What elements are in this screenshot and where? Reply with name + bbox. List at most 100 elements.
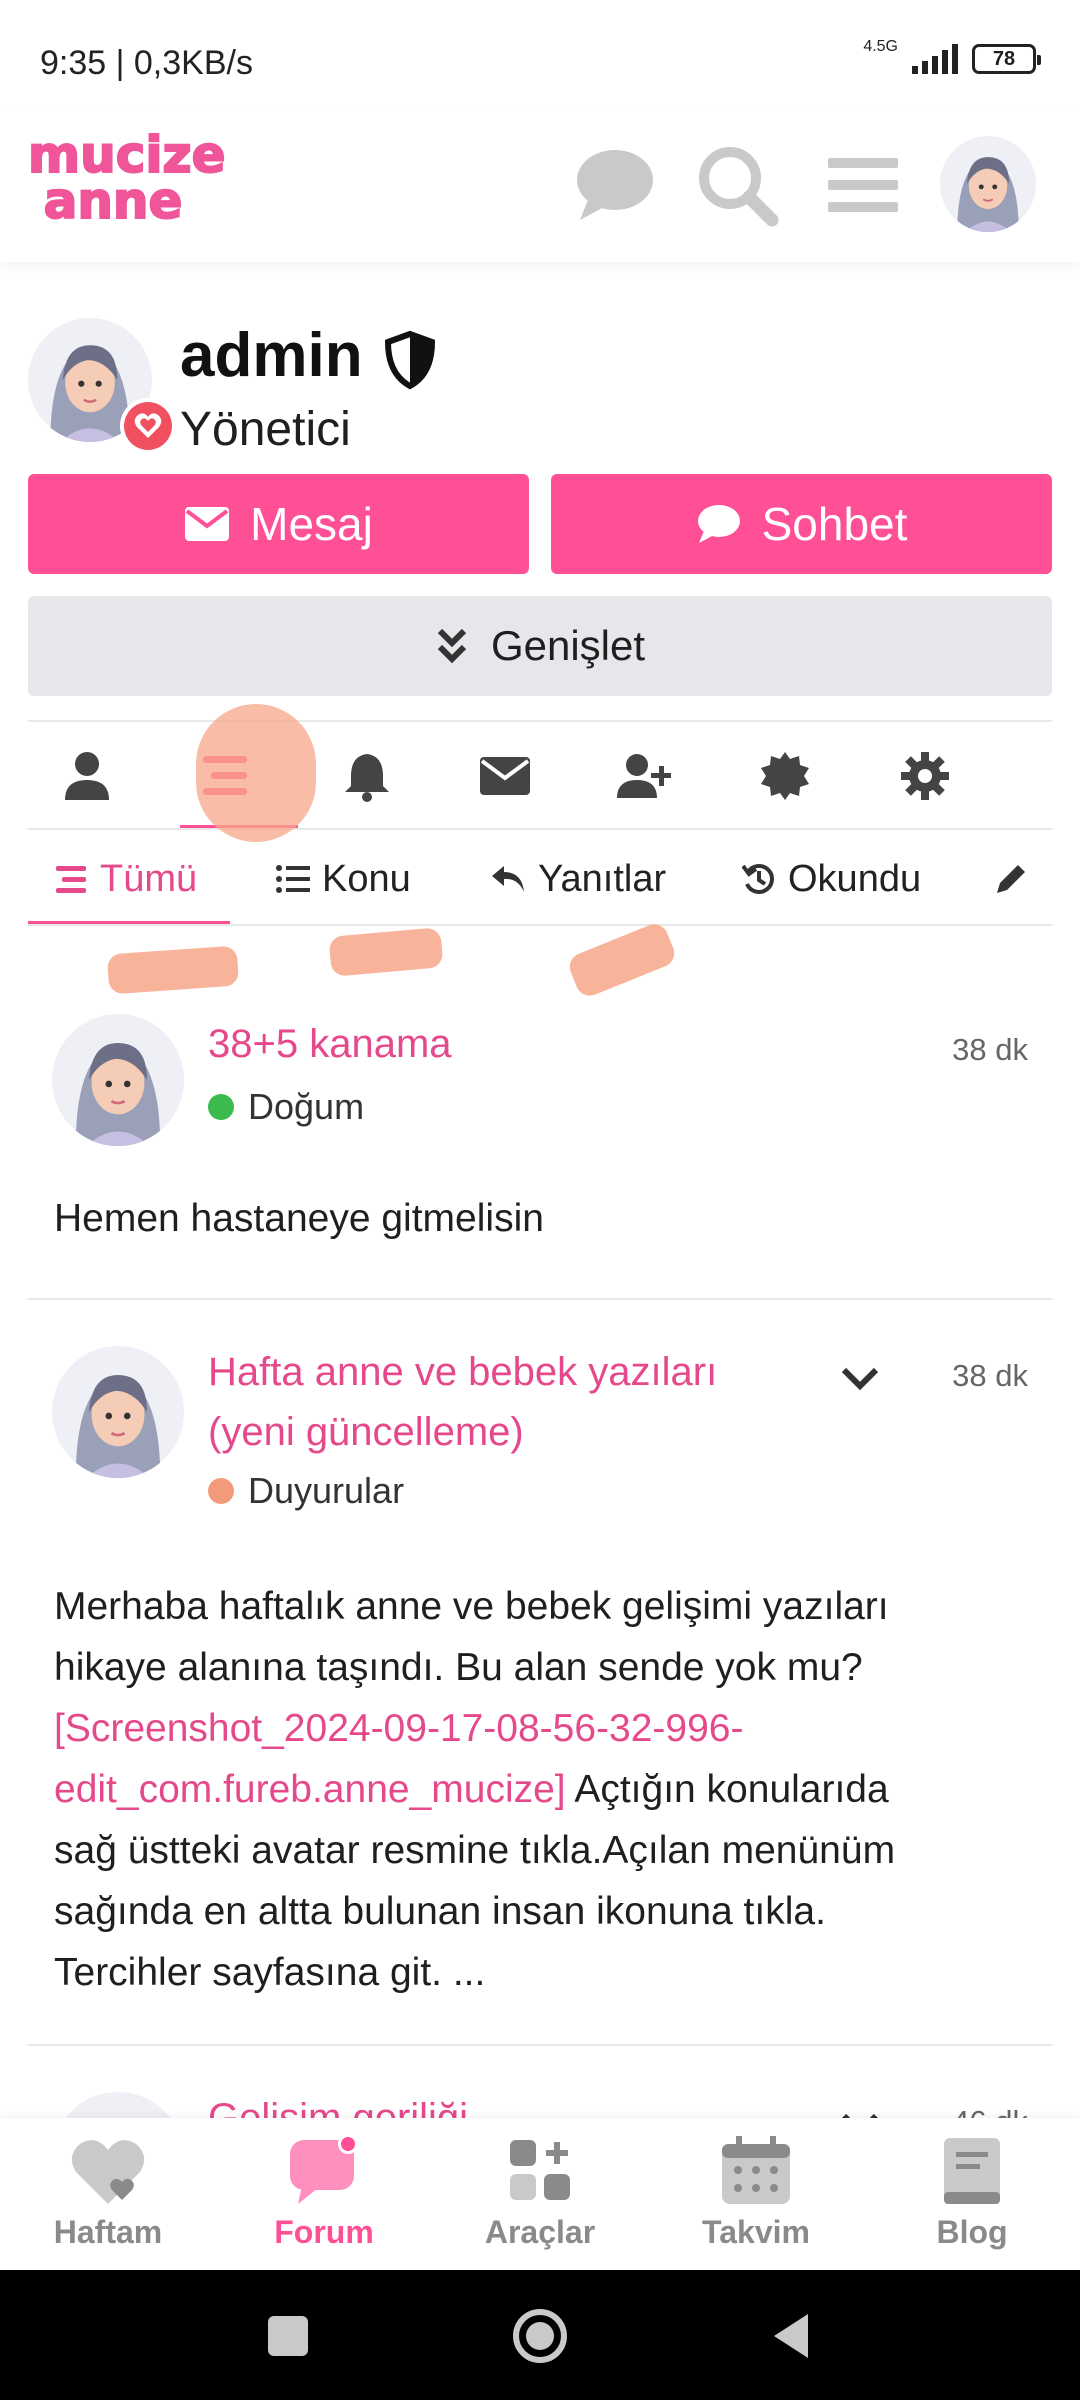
- tab-replies[interactable]: Yanıtlar: [490, 834, 666, 924]
- profile-username: admin: [180, 321, 363, 390]
- post-avatar: [52, 1014, 184, 1146]
- tab-all-label: Tümü: [100, 857, 198, 900]
- home-button[interactable]: [510, 2306, 570, 2366]
- nav-label: Haftam: [53, 2214, 163, 2250]
- post-category[interactable]: Duyurular: [208, 1470, 404, 1512]
- tab-messages[interactable]: [446, 722, 564, 828]
- menu-icon[interactable]: [818, 140, 908, 230]
- message-button-label: Mesaj: [250, 498, 373, 550]
- profile-actions: Mesaj Sohbet: [28, 474, 1052, 576]
- tab-topics[interactable]: Konu: [276, 834, 411, 924]
- nav-takvim[interactable]: Takvim: [656, 2134, 856, 2264]
- nav-haftam[interactable]: Haftam: [8, 2134, 208, 2264]
- annotation-scribble: [565, 920, 679, 1000]
- nav-label: Blog: [936, 2214, 1008, 2250]
- gear-icon: [901, 752, 949, 800]
- category-dot: [208, 1094, 234, 1120]
- profile-icon-tabs: [28, 720, 1052, 830]
- attachment-link[interactable]: [Screenshot_2024-09-17-08-56-32-996-: [54, 1698, 1044, 1759]
- badge-icon: [761, 752, 809, 800]
- post-time: 46 dk: [952, 2104, 1028, 2118]
- battery-icon: 78: [972, 44, 1041, 74]
- chat-button-label: Sohbet: [761, 498, 908, 550]
- nav-label: Takvim: [702, 2214, 810, 2250]
- attachment-link[interactable]: edit_com.fureb.anne_mucize]: [54, 1768, 566, 1811]
- tab-followers[interactable]: [586, 722, 704, 828]
- post-avatar: [52, 1346, 184, 1478]
- heart-icon: [71, 2140, 145, 2204]
- expand-button[interactable]: Genişlet: [28, 596, 1052, 696]
- tab-read-label: Okundu: [788, 857, 922, 900]
- chevron-down-icon[interactable]: [838, 2102, 882, 2118]
- post-body: Merhaba haftalık anne ve bebek gelişimi …: [54, 1576, 1044, 2003]
- post-time: 38 dk: [952, 1358, 1028, 1393]
- chat-bubble-icon: [697, 505, 740, 543]
- expand-button-label: Genişlet: [490, 622, 646, 669]
- tab-profile[interactable]: [28, 722, 146, 828]
- post-body-line: sağ üstteki avatar resmine tıkla.Açılan …: [54, 1829, 896, 1872]
- chevron-down-icon[interactable]: [838, 1356, 882, 1400]
- post-body-line: Tercihler sayfasına git. ...: [54, 1951, 486, 1994]
- tab-read[interactable]: Okundu: [742, 834, 921, 924]
- signal-icon: [912, 44, 958, 74]
- post-item[interactable]: 38+5 kanama 38 dk Doğum Hemen hastaneye …: [28, 994, 1052, 1300]
- nav-araclar[interactable]: Araçlar: [440, 2134, 640, 2264]
- pen-icon: [997, 865, 1025, 893]
- chat-icon[interactable]: [570, 140, 660, 230]
- post-body: Hemen hastaneye gitmelisin: [54, 1197, 544, 1240]
- heart-badge-icon: [120, 398, 176, 454]
- nav-blog[interactable]: Blog: [872, 2134, 1072, 2264]
- reply-icon: [492, 866, 524, 892]
- tab-edit[interactable]: [1008, 722, 1052, 828]
- user-avatar[interactable]: [940, 136, 1036, 232]
- history-icon: [742, 864, 774, 894]
- post-category[interactable]: Doğum: [208, 1086, 364, 1128]
- profile-role: Yönetici: [180, 403, 351, 456]
- tab-all[interactable]: Tümü: [28, 834, 230, 924]
- network-type: 4.5G: [863, 38, 898, 55]
- user-icon: [65, 752, 109, 800]
- post-body-line: sağında en altta bulunan insan ikonuna t…: [54, 1890, 826, 1933]
- back-button[interactable]: [762, 2306, 822, 2366]
- app-logo[interactable]: mucize anne: [27, 129, 227, 242]
- post-title-line1: Hafta anne ve bebek yazıları: [208, 1350, 718, 1394]
- search-icon[interactable]: [692, 140, 782, 230]
- tab-settings[interactable]: [866, 722, 984, 828]
- annotation-scribble: [328, 927, 444, 977]
- book-icon: [944, 2138, 1000, 2204]
- post-avatar: [52, 2092, 184, 2118]
- tab-replies-label: Yanıtlar: [538, 857, 667, 900]
- post-item[interactable]: Gelişim geriliği 46 dk: [28, 2046, 1052, 2118]
- post-title[interactable]: Hafta anne ve bebek yazıları (yeni günce…: [208, 1342, 717, 1462]
- app-header: mucize anne: [0, 110, 1080, 262]
- battery-level: 78: [992, 47, 1016, 70]
- message-button[interactable]: Mesaj: [28, 474, 529, 574]
- post-time: 38 dk: [952, 1032, 1028, 1067]
- calendar-icon: [722, 2136, 790, 2204]
- shield-icon: [382, 330, 438, 390]
- system-navigation-bar: [0, 2270, 1080, 2400]
- post-title-line2: (yeni güncelleme): [208, 1410, 524, 1454]
- post-item[interactable]: Hafta anne ve bebek yazıları (yeni günce…: [28, 1300, 1052, 2046]
- tab-edits[interactable]: [994, 834, 1028, 924]
- tab-badges[interactable]: [726, 722, 844, 828]
- annotation-scribble: [196, 704, 316, 842]
- chat-button[interactable]: Sohbet: [551, 474, 1052, 574]
- post-body-line: Açtığın konularıda: [565, 1768, 889, 1811]
- category-dot: [208, 1478, 234, 1504]
- status-bar: 9:35 | 0,3KB/s 4.5G 78: [0, 0, 1080, 110]
- tab-notifications[interactable]: [308, 722, 426, 828]
- logo-line2: anne: [43, 172, 184, 230]
- list-bullet-icon: [276, 865, 310, 893]
- envelope-icon: [480, 757, 530, 795]
- post-category-label: Doğum: [248, 1086, 365, 1127]
- envelope-icon: [185, 507, 230, 541]
- tab-topics-label: Konu: [322, 857, 411, 900]
- nav-forum[interactable]: Forum: [224, 2134, 424, 2264]
- user-plus-icon: [617, 754, 671, 798]
- post-title[interactable]: Gelişim geriliği: [208, 2088, 468, 2118]
- post-body-line: hikaye alanına taşındı. Bu alan sende yo…: [54, 1646, 863, 1689]
- recent-apps-button[interactable]: [258, 2306, 318, 2366]
- post-title[interactable]: 38+5 kanama: [208, 1014, 452, 1074]
- chevrons-down-icon: [437, 628, 467, 664]
